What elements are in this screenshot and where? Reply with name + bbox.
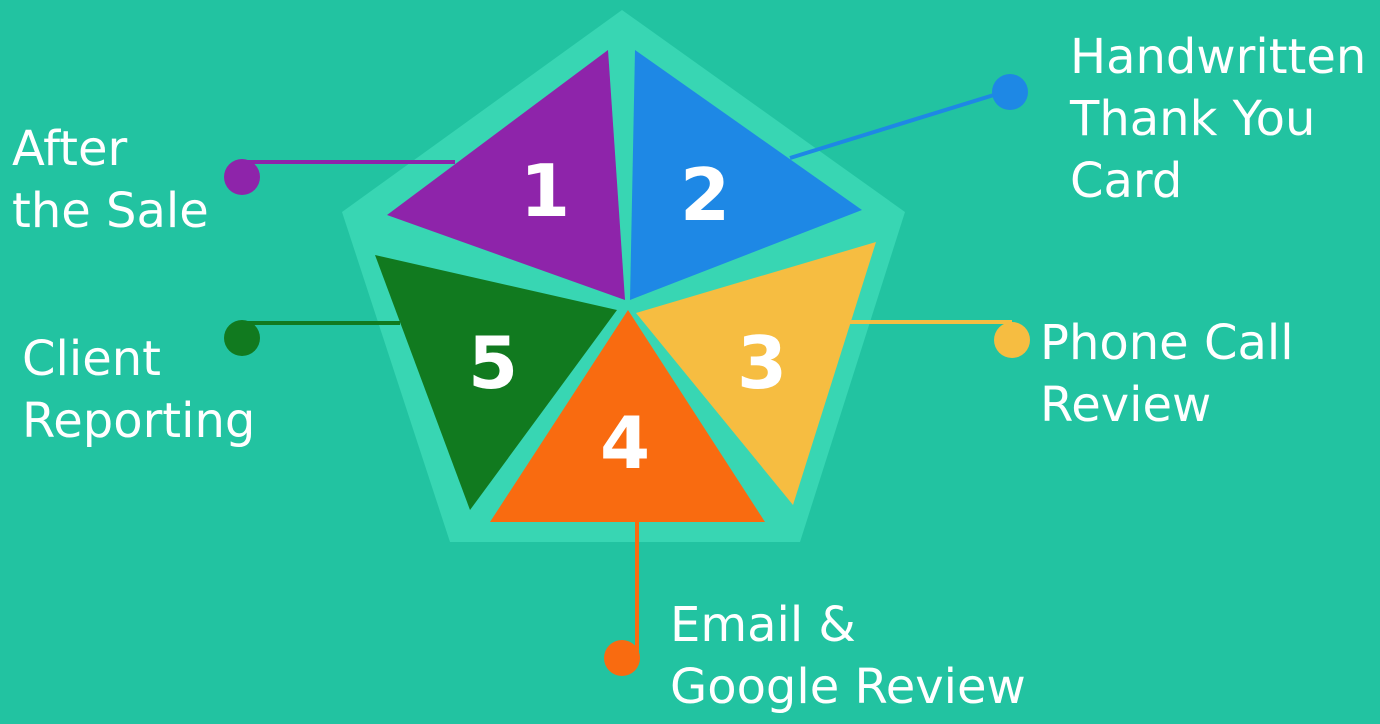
label-step2-line2: Thank You [1070, 91, 1316, 147]
step-number-3: 3 [737, 321, 787, 405]
label-step1-line2: the Sale [12, 183, 209, 239]
label-step3-line1: Phone Call [1040, 315, 1294, 371]
step-number-1: 1 [520, 149, 570, 233]
label-step1-line1: After [12, 121, 128, 177]
label-step5-line2: Reporting [22, 393, 256, 449]
label-step1: After the Sale [12, 118, 209, 242]
step-number-2: 2 [680, 153, 730, 237]
dot-step2 [992, 74, 1028, 110]
label-step5: Client Reporting [22, 328, 255, 452]
connector-step2 [789, 88, 1011, 160]
step-number-5: 5 [468, 321, 518, 405]
dot-step4 [604, 640, 640, 676]
label-step4-line1: Email & [670, 597, 856, 653]
label-step5-line1: Client [22, 331, 161, 387]
step-number-4: 4 [600, 401, 650, 485]
label-step3: Phone Call Review [1040, 312, 1294, 436]
dot-step1 [224, 159, 260, 195]
label-step2: Handwritten Thank You Card [1070, 26, 1366, 212]
label-step3-line2: Review [1040, 377, 1212, 433]
label-step4-line2: Google Review [670, 659, 1026, 715]
label-step4: Email & Google Review [670, 594, 1026, 718]
diagram-canvas: 1 2 3 4 5 After the Sale Handwritten Tha… [0, 0, 1380, 719]
label-step2-line3: Card [1070, 153, 1183, 209]
label-step2-line1: Handwritten [1070, 29, 1367, 85]
dot-step3 [994, 322, 1030, 358]
